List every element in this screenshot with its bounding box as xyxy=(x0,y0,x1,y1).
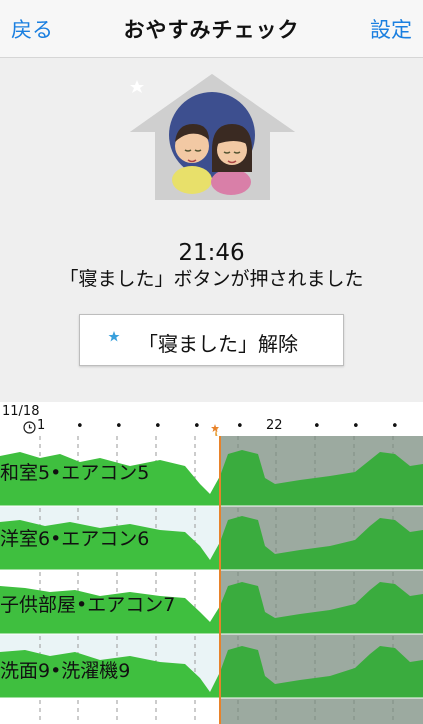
row-label-2: 洋室6•エアコン6 xyxy=(0,528,150,550)
timeline: 11/18 1 22 • • • • • • • • 和室5•エアコン5 洋室6… xyxy=(0,402,423,724)
clock-icon xyxy=(23,421,36,434)
timeline-date: 11/18 xyxy=(2,404,40,419)
timeline-dot: • xyxy=(154,419,162,434)
nav-bar: 戻る おやすみチェック 設定 xyxy=(0,0,423,58)
timeline-dot: • xyxy=(115,419,123,434)
row-label-3: 子供部屋•エアコン7 xyxy=(0,594,176,616)
family-icon xyxy=(169,92,255,195)
status-time: 21:46 xyxy=(178,240,245,266)
house-illustration xyxy=(130,70,295,200)
moon-star-icon xyxy=(108,331,132,351)
release-sleep-button[interactable]: 「寝ました」解除 xyxy=(79,314,344,366)
row-label-1: 和室5•エアコン5 xyxy=(0,462,150,484)
timeline-dot: • xyxy=(352,419,360,434)
timeline-dot: • xyxy=(193,419,201,434)
row-label-4: 洗面9•洗濯機9 xyxy=(0,660,131,682)
timeline-tick-22: 22 xyxy=(266,418,283,433)
timeline-dot: • xyxy=(391,419,399,434)
timeline-tick-first: 1 xyxy=(37,418,46,433)
moon-star-icon xyxy=(130,80,162,109)
status-message: 「寝ました」ボタンが押されました xyxy=(59,268,364,290)
release-sleep-label: 「寝ました」解除 xyxy=(138,332,298,356)
timeline-dot: • xyxy=(236,419,244,434)
timeline-dot: • xyxy=(76,419,84,434)
page-title: おやすみチェック xyxy=(123,18,300,42)
house-icon xyxy=(130,74,295,200)
timeline-dot: • xyxy=(313,419,321,434)
settings-button[interactable]: 設定 xyxy=(370,14,412,44)
